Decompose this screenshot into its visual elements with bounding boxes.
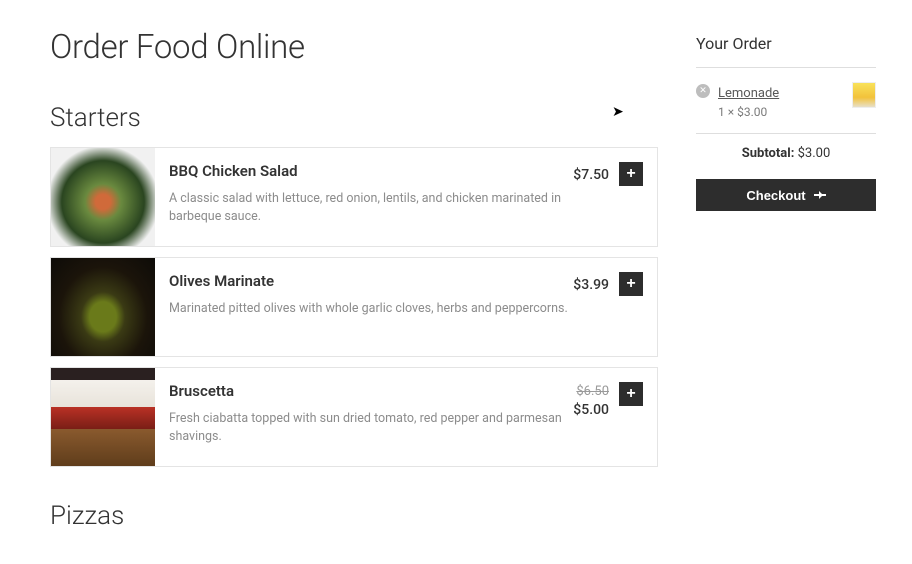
arrow-right-icon: [814, 194, 826, 196]
item-description: Fresh ciabatta topped with sun dried tom…: [169, 410, 573, 446]
food-image: [51, 258, 155, 356]
menu-item: Bruscetta Fresh ciabatta topped with sun…: [50, 367, 658, 467]
page-title: Order Food Online: [50, 28, 658, 67]
item-description: A classic salad with lettuce, red onion,…: [169, 190, 573, 226]
plus-icon: +: [626, 273, 635, 295]
plus-icon: +: [626, 163, 635, 185]
add-to-cart-button[interactable]: +: [619, 382, 643, 406]
cart-subtotal: Subtotal: $3.00: [696, 146, 876, 161]
section-pizzas-heading: Pizzas: [50, 501, 658, 531]
subtotal-value: $3.00: [798, 146, 831, 161]
add-to-cart-button[interactable]: +: [619, 162, 643, 186]
item-description: Marinated pitted olives with whole garli…: [169, 300, 573, 318]
item-name: Bruscetta: [169, 382, 573, 400]
plus-icon: +: [626, 383, 635, 405]
food-image: [51, 148, 155, 246]
cart-sidebar: Your Order ✕ Lemonade 1 × $3.00 Subtotal…: [696, 28, 876, 545]
item-price: $3.99: [573, 277, 609, 293]
cart-line-item: ✕ Lemonade 1 × $3.00: [696, 82, 876, 134]
cart-item-name[interactable]: Lemonade: [718, 86, 779, 101]
item-name: BBQ Chicken Salad: [169, 162, 573, 180]
cart-item-thumb: [852, 82, 876, 108]
checkout-label: Checkout: [746, 188, 805, 203]
item-name: Olives Marinate: [169, 272, 573, 290]
checkout-button[interactable]: Checkout: [696, 179, 876, 211]
menu-item: Olives Marinate Marinated pitted olives …: [50, 257, 658, 357]
item-price: $5.00: [573, 402, 609, 418]
remove-item-icon[interactable]: ✕: [696, 84, 710, 98]
item-price-old: $6.50: [573, 384, 609, 399]
subtotal-label: Subtotal:: [742, 146, 795, 161]
menu-item: BBQ Chicken Salad A classic salad with l…: [50, 147, 658, 247]
section-starters-heading: Starters: [50, 103, 658, 133]
cart-title: Your Order: [696, 34, 876, 68]
add-to-cart-button[interactable]: +: [619, 272, 643, 296]
item-price: $7.50: [573, 167, 609, 183]
cart-item-qty: 1 × $3.00: [718, 105, 844, 119]
food-image: [51, 368, 155, 466]
